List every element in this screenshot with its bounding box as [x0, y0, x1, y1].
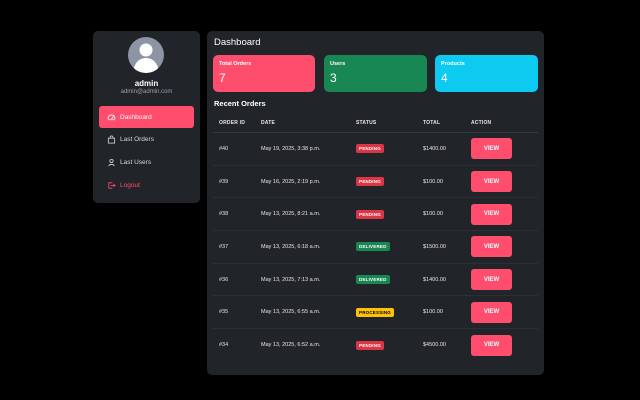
sidebar-item-dashboard[interactable]: Dashboard [99, 106, 194, 128]
status-badge: DELIVERED [356, 242, 390, 252]
table-row: #38 May 13, 2025, 8:21 a.m. PENDING $100… [213, 198, 538, 232]
order-total: $100.00 [423, 309, 443, 316]
sidebar-item-last-orders[interactable]: Last Orders [99, 129, 194, 151]
table-row: #39 May 16, 2025, 2:19 p.m. PENDING $100… [213, 166, 538, 199]
stat-value: 4 [441, 71, 448, 85]
order-date: May 13, 2025, 6:18 a.m. [261, 243, 321, 250]
person-icon [106, 158, 116, 168]
view-order-button[interactable]: VIEW [471, 203, 512, 225]
view-order-button[interactable]: VIEW [471, 301, 512, 323]
column-header-date: DATE [261, 120, 276, 126]
stat-label: Users [330, 61, 346, 67]
sidebar-item-logout[interactable]: Logout [99, 175, 194, 197]
speedometer-icon [106, 112, 116, 122]
view-order-button[interactable]: VIEW [471, 236, 512, 258]
order-date: May 16, 2025, 2:19 p.m. [261, 178, 321, 185]
column-header-order-id: ORDER ID [219, 120, 246, 126]
stat-value: 3 [330, 71, 337, 85]
stat-value: 7 [219, 71, 226, 85]
stat-card-total-orders: Total Orders 7 [213, 55, 315, 92]
order-total: $1500.00 [423, 243, 446, 250]
order-id: #38 [219, 211, 229, 218]
status-badge: PENDING [356, 144, 384, 154]
view-order-button[interactable]: VIEW [471, 138, 512, 160]
sidebar-item-label: Dashboard [120, 113, 152, 121]
stat-card-users: Users 3 [324, 55, 427, 92]
sidebar-item-label: Logout [120, 182, 140, 190]
order-total: $100.00 [423, 211, 443, 218]
status-badge: PROCESSING [356, 307, 395, 317]
order-date: May 13, 2025, 7:13 a.m. [261, 276, 321, 283]
column-header-total: TOTAL [423, 120, 441, 126]
order-id: #36 [219, 276, 229, 283]
main-panel: Dashboard Total Orders 7 Users 3 Product… [207, 31, 544, 375]
stat-card-products: Products 4 [435, 55, 538, 92]
sidebar-item-label: Last Orders [120, 136, 154, 144]
sidebar-item-label: Last Users [120, 159, 152, 167]
sidebar: admin admin@admin.com Dashboard Last Ord… [93, 31, 200, 203]
user-avatar [128, 37, 164, 73]
order-id: #40 [219, 145, 229, 152]
stat-label: Total Orders [219, 61, 252, 67]
table-header: ORDER ID DATE STATUS TOTAL ACTION [213, 114, 538, 133]
order-date: May 19, 2025, 3:38 p.m. [261, 145, 321, 152]
status-badge: DELIVERED [356, 275, 390, 285]
sidebar-item-last-users[interactable]: Last Users [99, 152, 194, 174]
view-order-button[interactable]: VIEW [471, 334, 512, 356]
order-date: May 13, 2025, 6:55 a.m. [261, 309, 321, 316]
table-row: #37 May 13, 2025, 6:18 a.m. DELIVERED $1… [213, 231, 538, 264]
table-row: #35 May 13, 2025, 6:55 a.m. PROCESSING $… [213, 296, 538, 330]
user-name: admin [134, 79, 159, 88]
table-row: #36 May 13, 2025, 7:13 a.m. DELIVERED $1… [213, 264, 538, 297]
status-badge: PENDING [356, 209, 384, 219]
order-id: #35 [219, 309, 229, 316]
order-total: $1400.00 [423, 145, 446, 152]
orders-table: ORDER ID DATE STATUS TOTAL ACTION #40 Ma… [213, 114, 538, 362]
status-badge: PENDING [356, 177, 384, 187]
order-total: $1400.00 [423, 276, 446, 283]
order-total: $100.00 [423, 178, 443, 185]
page-title: Dashboard [214, 37, 261, 48]
order-date: May 13, 2025, 8:21 a.m. [261, 211, 321, 218]
user-silhouette-icon [133, 43, 159, 73]
order-id: #34 [219, 342, 229, 349]
sidebar-nav: Dashboard Last Orders Last Users Logout [99, 106, 194, 198]
stat-label: Products [441, 61, 465, 67]
order-id: #39 [219, 178, 229, 185]
status-badge: PENDING [356, 340, 384, 350]
recent-orders-title: Recent Orders [214, 99, 266, 108]
column-header-status: STATUS [356, 120, 377, 126]
user-email: admin@admin.com [120, 89, 173, 95]
table-row: #34 May 13, 2025, 6:52 a.m. PENDING $450… [213, 329, 538, 362]
table-row: #40 May 19, 2025, 3:38 p.m. PENDING $140… [213, 133, 538, 166]
order-total: $4500.00 [423, 342, 446, 349]
order-id: #37 [219, 243, 229, 250]
logout-icon [106, 181, 116, 191]
column-header-action: ACTION [471, 120, 492, 126]
order-date: May 13, 2025, 6:52 a.m. [261, 342, 321, 349]
view-order-button[interactable]: VIEW [471, 171, 512, 193]
view-order-button[interactable]: VIEW [471, 269, 512, 291]
bag-icon [106, 135, 116, 145]
